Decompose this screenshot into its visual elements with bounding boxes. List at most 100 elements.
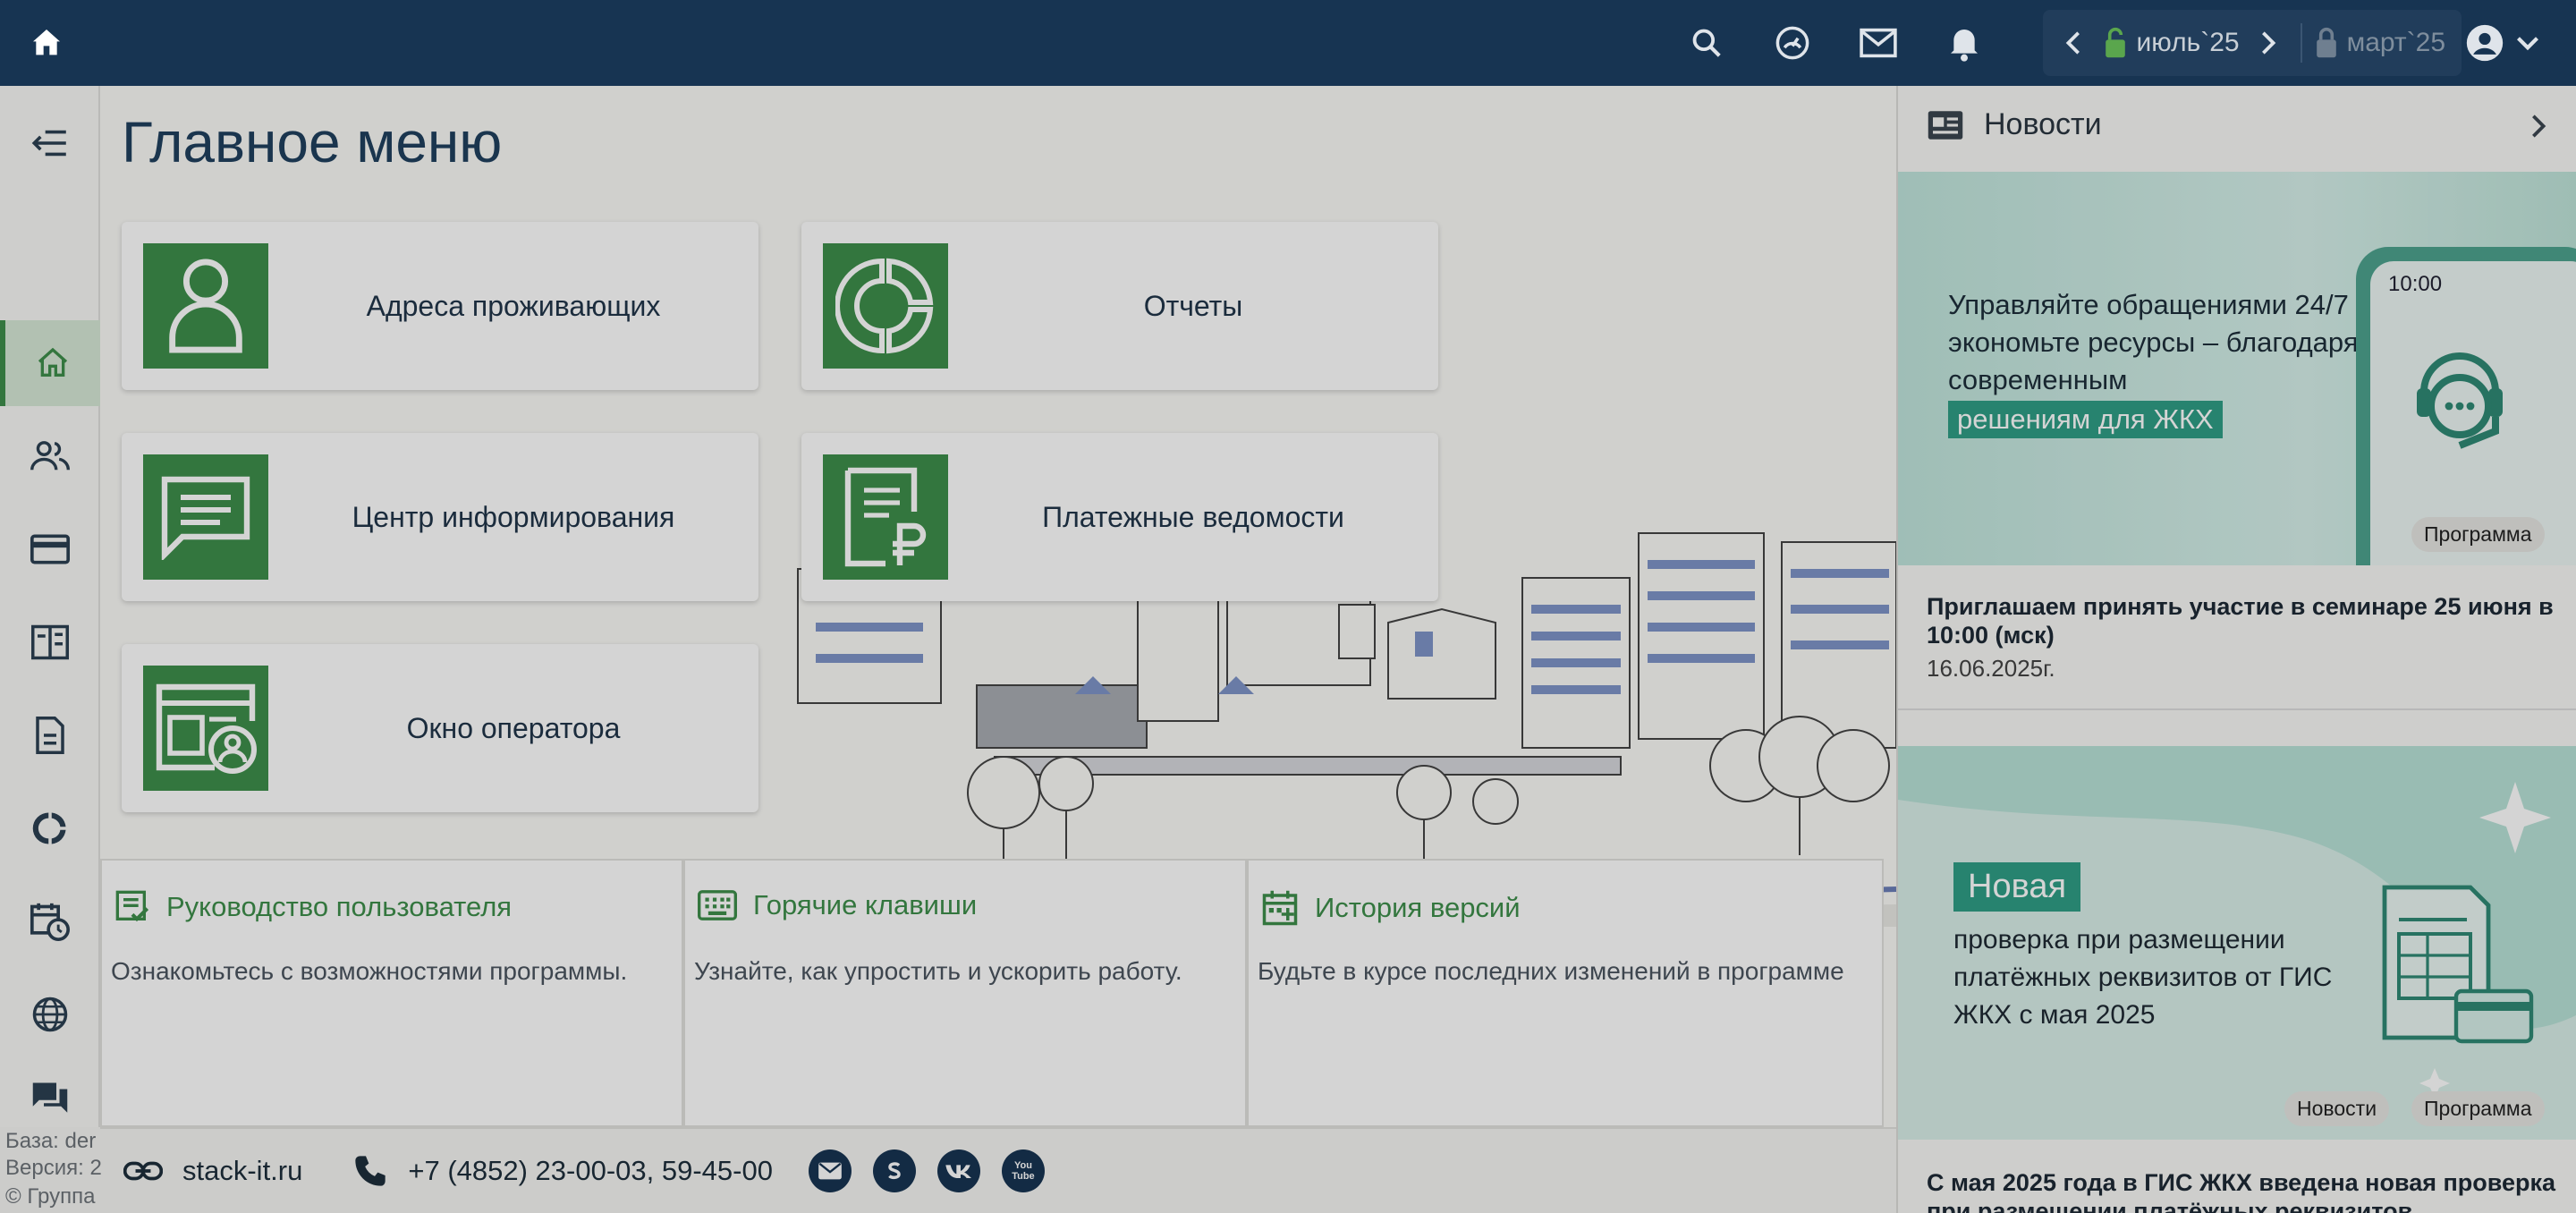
- bell-icon[interactable]: [1945, 23, 1984, 63]
- dashboard-gauge-icon[interactable]: [1773, 23, 1812, 63]
- footer: stack-it.ru +7 (4852) 23-00-03, 59-45-00…: [100, 1127, 1896, 1213]
- people-icon: [30, 441, 70, 471]
- info-description: Узнайте, как упростить и ускорить работу…: [694, 957, 1182, 985]
- info-title: Руководство пользователя: [114, 889, 512, 925]
- news-headline[interactable]: Приглашаем принять участие в семинаре 25…: [1927, 592, 2562, 649]
- youtube-icon[interactable]: You Tube: [1001, 1149, 1045, 1192]
- news-tag[interactable]: Программа: [2411, 517, 2545, 552]
- support-bot-icon: [2417, 352, 2503, 449]
- sidebar-item-analytics[interactable]: [0, 785, 100, 871]
- news-banner-1[interactable]: Управляйте обращениями 24/7 и экономьте …: [1898, 172, 2576, 565]
- newspaper-icon: [1928, 110, 1963, 140]
- globe-icon: [32, 997, 68, 1032]
- document-icon: [36, 717, 64, 754]
- chevron-right-icon[interactable]: [2529, 113, 2547, 144]
- home-icon[interactable]: [29, 25, 64, 61]
- period-divider: [2300, 23, 2302, 63]
- sidebar-item-payments[interactable]: [0, 506, 100, 592]
- card-label: Центр информирования: [352, 500, 675, 533]
- page-title: Главное меню: [122, 110, 503, 174]
- vk-icon[interactable]: [936, 1149, 980, 1192]
- info-title-text: История версий: [1315, 892, 1521, 923]
- info-description: Ознакомьтесь с возможностями программы.: [111, 957, 628, 985]
- card-label: Отчеты: [1143, 289, 1243, 322]
- sidebar-item-web[interactable]: [0, 971, 100, 1057]
- card-operator-window[interactable]: Окно оператора: [122, 644, 758, 812]
- phone-link[interactable]: +7 (4852) 23-00-03, 59-45-00: [352, 1153, 773, 1189]
- top-bar-actions: июль`25 март`25: [1664, 0, 2576, 86]
- news-banner-2[interactable]: Новая проверка при размещении платёжных …: [1898, 746, 2576, 1140]
- calendar-clock-icon: [30, 903, 70, 941]
- info-title: История версий: [1261, 889, 1521, 927]
- card-information-center[interactable]: Центр информирования: [122, 433, 758, 601]
- current-period[interactable]: июль`25: [2136, 28, 2239, 58]
- chat-icon: [32, 1082, 68, 1113]
- chevron-down-icon: [2515, 34, 2540, 52]
- ruble-document-icon: [823, 454, 948, 580]
- meter-icon: [31, 624, 69, 660]
- user-menu[interactable]: [2465, 23, 2540, 63]
- lock-icon: [2313, 27, 2340, 59]
- period-prev-button[interactable]: [2064, 30, 2082, 56]
- news-header: Новости: [1927, 107, 2102, 142]
- calendar-add-icon: [1262, 890, 1298, 926]
- menu-collapse-icon: [31, 130, 66, 157]
- banner-badge: Новая: [1953, 862, 2081, 912]
- card-label: Окно оператора: [406, 711, 621, 744]
- banner-text: Управляйте обращениями 24/7 и экономьте …: [1948, 286, 2377, 438]
- message-icon: [143, 454, 268, 580]
- period-next-button[interactable]: [2259, 30, 2277, 56]
- user-avatar-icon: [2465, 23, 2504, 63]
- info-user-guide[interactable]: Руководство пользователя Ознакомьтесь с …: [100, 859, 683, 1127]
- phone-text: +7 (4852) 23-00-03, 59-45-00: [408, 1155, 773, 1186]
- version-info: Версия: 2: [5, 1156, 102, 1180]
- home-icon: [38, 347, 68, 377]
- news-panel: Новости Управляйте обращениями 24/7 и эк…: [1896, 86, 2576, 1213]
- donut-chart-icon: [32, 812, 66, 844]
- news-headline[interactable]: С мая 2025 года в ГИС ЖКХ введена новая …: [1927, 1168, 2562, 1213]
- card-resident-addresses[interactable]: Адреса проживающих: [122, 222, 758, 390]
- mail-icon[interactable]: [1859, 23, 1898, 63]
- sidebar-item-schedule[interactable]: [0, 878, 100, 964]
- website-text: stack-it.ru: [182, 1155, 303, 1186]
- unlock-icon: [2102, 27, 2129, 59]
- info-description: Будьте в курсе последних изменений в про…: [1258, 957, 1844, 985]
- keyboard-icon: [698, 890, 737, 920]
- sidebar-item-home[interactable]: [0, 320, 100, 406]
- search-icon[interactable]: [1687, 23, 1726, 63]
- sidebar-item-documents[interactable]: [0, 692, 100, 778]
- person-icon: [143, 243, 268, 369]
- period-selector: июль`25 март`25: [2043, 10, 2462, 76]
- copyright-info: © Группа: [5, 1184, 96, 1209]
- info-title-text: Руководство пользователя: [166, 891, 513, 922]
- news-divider: [1898, 708, 2576, 710]
- skype-icon[interactable]: [872, 1149, 916, 1192]
- link-icon: [123, 1161, 163, 1181]
- info-version-history[interactable]: История версий Будьте в курсе последних …: [1247, 859, 1884, 1127]
- closed-period: март`25: [2346, 28, 2445, 57]
- phone-icon: [355, 1156, 386, 1186]
- news-tag[interactable]: Программа: [2411, 1091, 2545, 1126]
- main-content: Главное меню Адреса проживающих Отчеты Ц…: [100, 86, 1896, 1127]
- info-title: Горячие клавиши: [698, 889, 977, 921]
- news-title: Новости: [1984, 107, 2102, 141]
- banner-highlight: решениям для ЖКХ: [1948, 401, 2223, 438]
- top-bar: июль`25 март`25: [0, 0, 2576, 86]
- pie-chart-icon: [823, 243, 948, 369]
- card-payment-statements[interactable]: Платежные ведомости: [801, 433, 1438, 601]
- info-hotkeys[interactable]: Горячие клавиши Узнайте, как упростить и…: [683, 859, 1247, 1127]
- website-link[interactable]: stack-it.ru: [123, 1155, 302, 1187]
- banner-text: проверка при размещении платёжных реквиз…: [1953, 925, 2333, 1030]
- youtube-label: You Tube: [1012, 1160, 1035, 1182]
- credit-card-icon: [30, 534, 70, 564]
- email-social-icon[interactable]: [808, 1149, 852, 1192]
- operator-window-icon: [143, 666, 268, 791]
- info-title-text: Горячие клавиши: [753, 889, 978, 920]
- sidebar-item-residents[interactable]: [0, 413, 100, 499]
- card-reports[interactable]: Отчеты: [801, 222, 1438, 390]
- sidebar-item-meters[interactable]: [0, 599, 100, 685]
- collapse-sidebar-button[interactable]: [0, 100, 100, 186]
- card-label: Адреса проживающих: [366, 289, 661, 322]
- phone-time: 10:00: [2388, 272, 2443, 296]
- news-tag[interactable]: Новости: [2284, 1091, 2390, 1126]
